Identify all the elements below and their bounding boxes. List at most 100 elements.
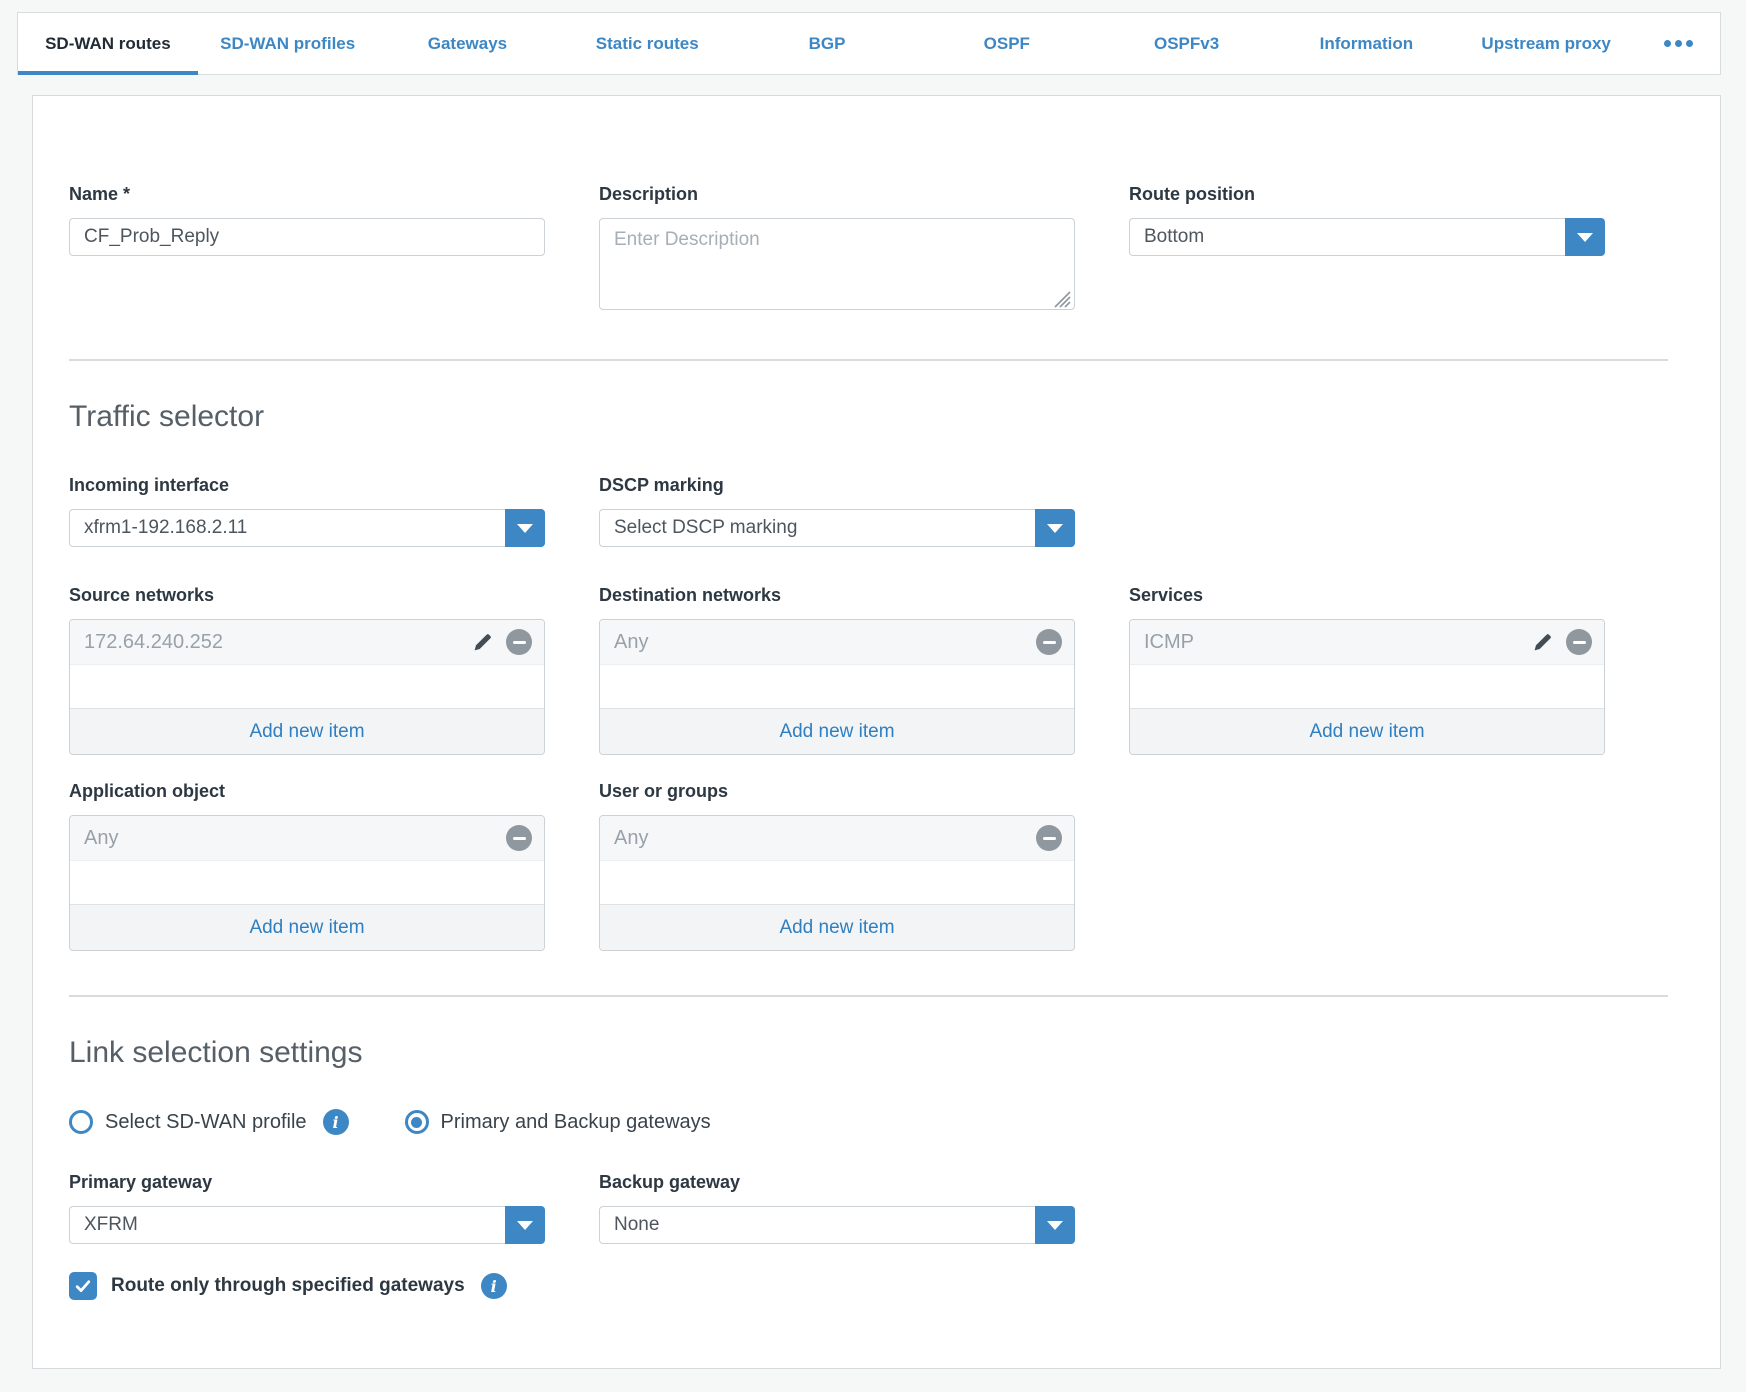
incoming-interface-field-group: Incoming interface xfrm1-192.168.2.11 [69, 475, 545, 547]
radio-selected-icon [405, 1110, 429, 1134]
radio-unselected-icon [69, 1110, 93, 1134]
list-item: Any [600, 816, 1074, 861]
tab-label: SD-WAN profiles [220, 34, 355, 54]
add-new-item-button[interactable]: Add new item [70, 708, 544, 754]
radio-label: Select SD-WAN profile [105, 1111, 307, 1134]
general-settings-row: Name * Description Route position Bottom [69, 184, 1668, 315]
ellipsis-icon [1664, 40, 1671, 47]
primary-gateway-value: XFRM [69, 1206, 505, 1244]
remove-minus-icon[interactable] [506, 629, 532, 655]
list-item: Any [600, 620, 1074, 665]
add-new-item-button[interactable]: Add new item [600, 708, 1074, 754]
radio-primary-backup-gateways[interactable]: Primary and Backup gateways [405, 1110, 711, 1134]
list-empty-area [1130, 665, 1604, 708]
tab-label: Gateways [428, 34, 507, 54]
chevron-down-icon [1577, 233, 1593, 242]
list-empty-area [70, 861, 544, 904]
dscp-marking-dropdown[interactable]: Select DSCP marking [599, 509, 1075, 547]
route-position-dropdown[interactable]: Bottom [1129, 218, 1605, 256]
tab-bgp[interactable]: BGP [737, 13, 917, 74]
tab-upstream-proxy[interactable]: Upstream proxy [1456, 13, 1636, 74]
application-object-label: Application object [69, 781, 545, 802]
list-item: 172.64.240.252 [70, 620, 544, 665]
more-tabs-button[interactable] [1636, 13, 1720, 74]
edit-pencil-icon[interactable] [1532, 631, 1554, 653]
application-object-list: Any Add new item [69, 815, 545, 951]
route-position-label: Route position [1129, 184, 1605, 205]
tab-gateways[interactable]: Gateways [378, 13, 558, 74]
description-textarea-wrap [599, 218, 1075, 315]
application-users-row: Application object Any Add new item User… [69, 781, 1668, 951]
services-label: Services [1129, 585, 1605, 606]
dscp-marking-dropdown-button[interactable] [1035, 509, 1075, 547]
tab-static-routes[interactable]: Static routes [557, 13, 737, 74]
tab-sdwan-profiles[interactable]: SD-WAN profiles [198, 13, 378, 74]
source-networks-list: 172.64.240.252 Add new item [69, 619, 545, 755]
description-field-group: Description [599, 184, 1075, 315]
dscp-marking-value: Select DSCP marking [599, 509, 1035, 547]
list-empty-area [600, 665, 1074, 708]
info-icon[interactable]: i [323, 1109, 349, 1135]
tab-label: BGP [809, 34, 846, 54]
user-or-groups-label: User or groups [599, 781, 1075, 802]
tab-label: Upstream proxy [1481, 34, 1610, 54]
radio-select-sdwan-profile[interactable]: Select SD-WAN profile [69, 1110, 307, 1134]
source-networks-field-group: Source networks 172.64.240.252 Add new i… [69, 585, 545, 755]
backup-gateway-value: None [599, 1206, 1035, 1244]
destination-networks-field-group: Destination networks Any Add new item [599, 585, 1075, 755]
remove-minus-icon[interactable] [1566, 629, 1592, 655]
backup-gateway-field-group: Backup gateway None [599, 1172, 1075, 1244]
description-textarea[interactable] [599, 218, 1075, 310]
sdwan-route-form-panel: Name * Description Route position Bottom [32, 95, 1721, 1369]
remove-minus-icon[interactable] [1036, 825, 1062, 851]
add-new-item-button[interactable]: Add new item [1130, 708, 1604, 754]
application-object-field-group: Application object Any Add new item [69, 781, 545, 951]
incoming-interface-dropdown[interactable]: xfrm1-192.168.2.11 [69, 509, 545, 547]
route-position-value: Bottom [1129, 218, 1565, 256]
link-selection-heading: Link selection settings [69, 1035, 1668, 1071]
radio-label: Primary and Backup gateways [441, 1111, 711, 1134]
chevron-down-icon [1047, 1221, 1063, 1230]
list-item-text: 172.64.240.252 [84, 631, 460, 654]
primary-gateway-field-group: Primary gateway XFRM [69, 1172, 545, 1244]
chevron-down-icon [517, 524, 533, 533]
gateway-row: Primary gateway XFRM Backup gateway None [69, 1172, 1668, 1244]
list-item-text: ICMP [1144, 631, 1520, 654]
resize-handle-icon[interactable] [1053, 290, 1071, 308]
add-new-item-button[interactable]: Add new item [70, 904, 544, 950]
tab-label: OSPF [984, 34, 1030, 54]
backup-gateway-dropdown-button[interactable] [1035, 1206, 1075, 1244]
list-item-text: Any [84, 827, 494, 850]
remove-minus-icon[interactable] [1036, 629, 1062, 655]
section-divider [69, 359, 1668, 361]
primary-gateway-dropdown-button[interactable] [505, 1206, 545, 1244]
route-position-dropdown-button[interactable] [1565, 218, 1605, 256]
tab-information[interactable]: Information [1276, 13, 1456, 74]
tab-label: Information [1320, 34, 1414, 54]
tab-ospfv3[interactable]: OSPFv3 [1097, 13, 1277, 74]
link-selection-radio-group: Select SD-WAN profile i Primary and Back… [69, 1109, 1668, 1135]
incoming-interface-label: Incoming interface [69, 475, 545, 496]
list-empty-area [70, 665, 544, 708]
remove-minus-icon[interactable] [506, 825, 532, 851]
checked-checkbox-icon[interactable] [69, 1272, 97, 1300]
services-list: ICMP Add new item [1129, 619, 1605, 755]
primary-gateway-dropdown[interactable]: XFRM [69, 1206, 545, 1244]
edit-pencil-icon[interactable] [472, 631, 494, 653]
tab-sdwan-routes[interactable]: SD-WAN routes [18, 13, 198, 74]
name-input[interactable] [69, 218, 545, 256]
destination-networks-list: Any Add new item [599, 619, 1075, 755]
list-empty-area [600, 861, 1074, 904]
tab-ospf[interactable]: OSPF [917, 13, 1097, 74]
list-item-text: Any [614, 827, 1024, 850]
chevron-down-icon [517, 1221, 533, 1230]
top-tab-bar: SD-WAN routes SD-WAN profiles Gateways S… [17, 12, 1721, 75]
section-divider [69, 995, 1668, 997]
chevron-down-icon [1047, 524, 1063, 533]
backup-gateway-dropdown[interactable]: None [599, 1206, 1075, 1244]
incoming-interface-dropdown-button[interactable] [505, 509, 545, 547]
list-item: ICMP [1130, 620, 1604, 665]
source-networks-label: Source networks [69, 585, 545, 606]
info-icon[interactable]: i [481, 1273, 507, 1299]
add-new-item-button[interactable]: Add new item [600, 904, 1074, 950]
